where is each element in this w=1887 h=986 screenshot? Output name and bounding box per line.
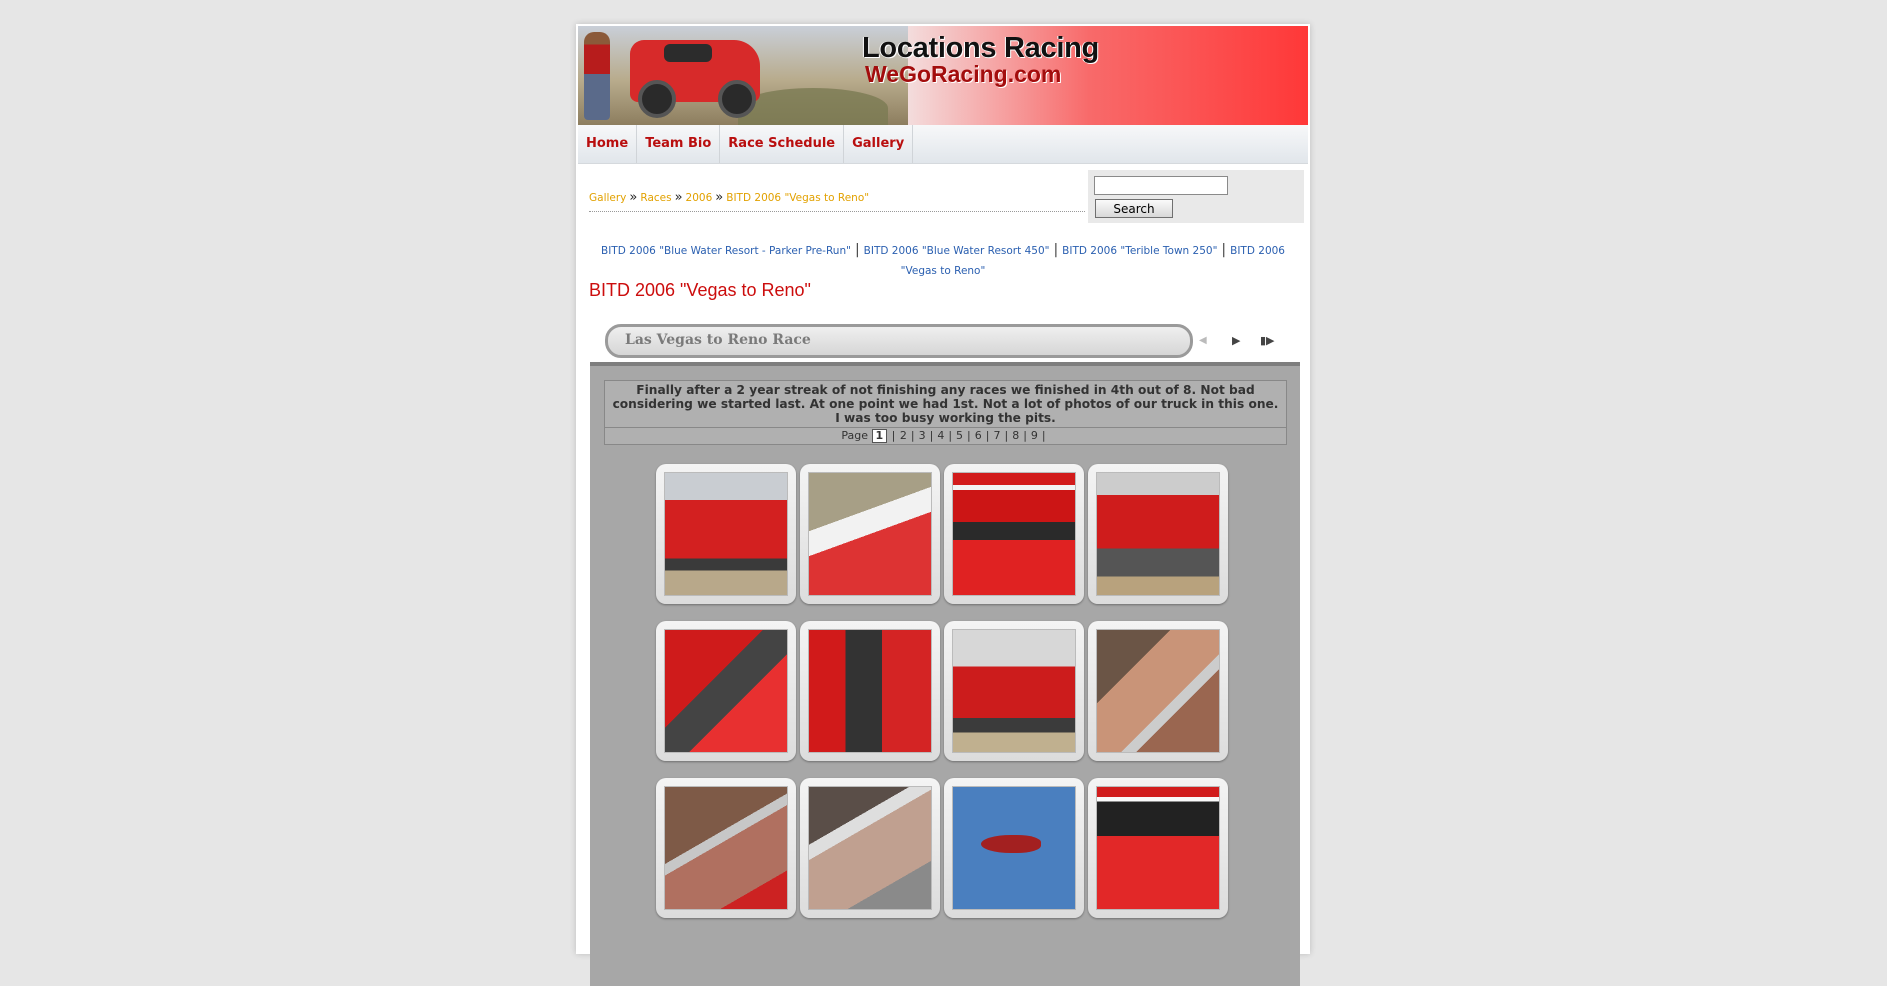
search-input[interactable] [1094, 176, 1228, 195]
race-link-parker-pre-run[interactable]: BITD 2006 "Blue Water Resort - Parker Pr… [601, 245, 851, 257]
banner-wheel [718, 80, 756, 118]
album-title: Las Vegas to Reno Race [625, 332, 811, 348]
pager-separator: | [1004, 429, 1009, 442]
main-nav: Home Team Bio Race Schedule Gallery [578, 125, 1308, 164]
search-button[interactable]: Search [1095, 199, 1173, 218]
breadcrumb-current[interactable]: BITD 2006 "Vegas to Reno" [726, 192, 869, 204]
pager-page-2[interactable]: 2 [900, 429, 907, 442]
thumbnail[interactable] [800, 621, 940, 761]
race-link-terible-town[interactable]: BITD 2006 "Terible Town 250" [1062, 245, 1217, 257]
thumbnail-image [952, 786, 1076, 910]
pager-separator: | [1041, 429, 1046, 442]
pager: Page 1 | 2 | 3 | 4 | 5 | 6 | 7 | 8 | 9 | [605, 427, 1286, 444]
breadcrumb: Gallery» Races» 2006» BITD 2006 "Vegas to R… [589, 190, 1085, 212]
pager-page-5[interactable]: 5 [956, 429, 963, 442]
thumbnail-image [952, 472, 1076, 596]
page-container: Locations Racing WeGoRacing.com Home Tea… [576, 24, 1310, 986]
prev-icon[interactable]: ◀ [1199, 335, 1207, 346]
search-box: Search [1088, 170, 1304, 223]
nav-item-race-schedule[interactable]: Race Schedule [720, 125, 845, 163]
nav-item-home[interactable]: Home [578, 125, 638, 163]
pager-separator: | [929, 429, 934, 442]
thumbnail[interactable] [944, 778, 1084, 918]
breadcrumb-separator: » [715, 190, 724, 205]
pager-separator: | [967, 429, 971, 442]
race-link-blue-water-450[interactable]: BITD 2006 "Blue Water Resort 450" [864, 245, 1050, 257]
thumbnail-image [808, 472, 932, 596]
thumbnail[interactable] [656, 778, 796, 918]
thumbnail-image [952, 629, 1076, 753]
pager-separator: | [1023, 429, 1027, 442]
thumbnail-image [664, 629, 788, 753]
breadcrumb-link-2006[interactable]: 2006 [686, 192, 713, 204]
thumbnail-image [664, 472, 788, 596]
thumbnail[interactable] [800, 778, 940, 918]
thumbnail-image [1096, 472, 1220, 596]
race-links: BITD 2006 "Blue Water Resort - Parker Pr… [596, 240, 1290, 281]
thumbnail[interactable] [656, 464, 796, 604]
nav-item-team-bio[interactable]: Team Bio [637, 125, 721, 163]
site-subtitle: WeGoRacing.com [865, 61, 1062, 87]
pager-separator: | [948, 429, 953, 442]
pager-separator: | [985, 429, 990, 442]
breadcrumb-separator: » [629, 190, 638, 205]
nav-item-gallery[interactable]: Gallery [844, 125, 914, 163]
thumbnail-image [1096, 786, 1220, 910]
thumbnail[interactable] [656, 621, 796, 761]
page-title: BITD 2006 "Vegas to Reno" [589, 280, 811, 300]
site-banner[interactable]: Locations Racing WeGoRacing.com [578, 26, 1308, 125]
banner-wheel [638, 80, 676, 118]
pager-label: Page [841, 429, 868, 442]
thumbnail[interactable] [944, 464, 1084, 604]
banner-person [584, 32, 610, 120]
pager-page-6[interactable]: 6 [975, 429, 982, 442]
next-icon[interactable]: ▶ [1232, 334, 1240, 347]
breadcrumb-separator: » [674, 190, 683, 205]
thumbnail-image [1096, 629, 1220, 753]
album-title-bar: Las Vegas to Reno Race [605, 324, 1193, 358]
album-description-box: Finally after a 2 year streak of not fin… [604, 380, 1287, 445]
breadcrumb-link-races[interactable]: Races [640, 192, 671, 204]
banner-bush [738, 88, 888, 125]
thumbnail-image [664, 786, 788, 910]
race-link-separator: | [1221, 242, 1227, 258]
pager-current: 1 [871, 429, 888, 443]
race-link-separator: | [1053, 242, 1059, 258]
pager-page-3[interactable]: 3 [919, 429, 926, 442]
breadcrumb-link-gallery[interactable]: Gallery [589, 192, 626, 204]
thumbnail[interactable] [1088, 778, 1228, 918]
thumbnail-image [808, 786, 932, 910]
thumbnail[interactable] [1088, 621, 1228, 761]
thumbnail-image [808, 629, 932, 753]
thumbnail[interactable] [800, 464, 940, 604]
pager-separator: | [910, 429, 915, 442]
thumbnail[interactable] [944, 621, 1084, 761]
pager-separator: | [891, 429, 896, 442]
gallery-panel: Finally after a 2 year streak of not fin… [590, 362, 1300, 986]
slideshow-icon[interactable]: ▮▶ [1260, 334, 1275, 347]
album-description: Finally after a 2 year streak of not fin… [612, 383, 1279, 425]
thumbnail[interactable] [1088, 464, 1228, 604]
race-link-separator: | [854, 242, 860, 258]
pager-page-9[interactable]: 9 [1031, 429, 1038, 442]
